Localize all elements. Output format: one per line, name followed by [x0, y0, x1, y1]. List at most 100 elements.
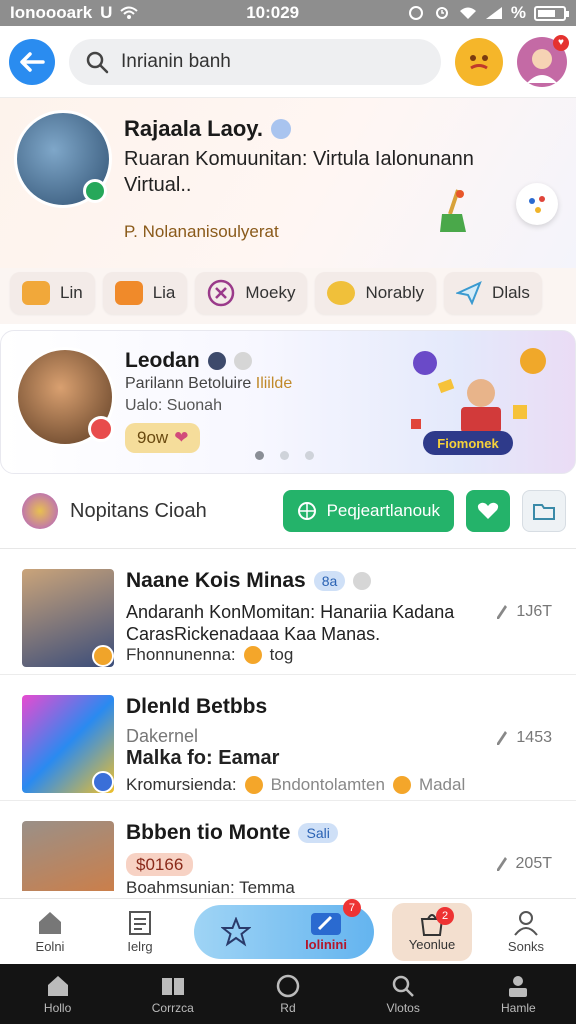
wifi-icon	[120, 6, 139, 19]
sysnav-label: Hollo	[43, 1001, 72, 1015]
cell-signal-icon	[485, 7, 502, 19]
sysnav-label: Vlotos	[386, 1001, 420, 1015]
item-meta: Boahmsunian: Temma	[126, 878, 295, 898]
sysnav-label: Rd	[280, 1001, 296, 1015]
chip-dlals[interactable]: Dlals	[444, 272, 542, 314]
battery-icon	[533, 5, 569, 21]
sysnav-book[interactable]: Corrzca	[133, 973, 213, 1015]
tab-diary[interactable]: Ielrg	[104, 909, 176, 954]
star-icon	[244, 776, 263, 794]
chip-label: Moeky	[245, 283, 296, 302]
chip-lia[interactable]: Lia	[102, 272, 188, 314]
section-title: Nopitans Cioah	[70, 499, 207, 522]
post-button[interactable]: Peqjeartlanouk	[282, 490, 454, 532]
chip-norably[interactable]: Norably	[315, 272, 437, 314]
tab-bag[interactable]: Yeonlue 2	[392, 902, 472, 961]
profile-avatar[interactable]	[14, 110, 112, 208]
tab-featured-badge: 7	[342, 899, 361, 917]
item-badge-icon	[92, 645, 114, 667]
system-nav-bar: Hollo Corrzca Rd Vlotos Hamle	[0, 964, 576, 1024]
item-stat-value: 205T	[515, 855, 552, 872]
community-list: Naane Kois Minas 8a Andaranh KonMomitan:…	[0, 548, 576, 891]
item-meta-label: Boahmsunian: Temma	[126, 878, 295, 897]
tab-label: Yeonlue	[408, 937, 456, 952]
app-tile-icon	[311, 913, 341, 935]
item-meta-value: tog	[269, 645, 294, 664]
user-avatar[interactable]: ♥	[517, 34, 569, 87]
verified-icon	[271, 119, 291, 139]
item-stat: 205T	[496, 855, 552, 873]
vibrate-icon	[408, 6, 423, 20]
sysnav-search[interactable]: Vlotos	[363, 973, 443, 1015]
sticker-button[interactable]	[516, 183, 558, 225]
cat-face-icon	[114, 281, 143, 305]
search-placeholder: Inrianin banh	[121, 50, 231, 72]
list-item[interactable]: Dlenld Betbbs Dakernel Malka fo: Eamar K…	[0, 675, 576, 801]
tab-profile[interactable]: Sonks	[490, 909, 562, 954]
item-subtitle-text: Dakernel	[126, 726, 199, 746]
chip-moeky[interactable]: Moeky	[195, 272, 308, 314]
edit-icon	[497, 731, 508, 745]
item-title: Naane Kois Minas 8a	[126, 569, 372, 593]
broom-icon	[440, 189, 466, 232]
carrier-label: Ionoooark	[10, 3, 93, 22]
clock: 10:029	[246, 3, 300, 22]
banner-avatar	[15, 347, 115, 447]
carousel-dot[interactable]	[255, 451, 264, 460]
book-icon	[161, 978, 184, 995]
carousel-dot[interactable]	[280, 451, 289, 460]
tab-featured-right: Iolinini 7	[305, 899, 361, 952]
featured-banner[interactable]: Leodan Parilann Betoluire Iliilde Ualo: …	[0, 330, 576, 474]
section-header: Nopitans Cioah Peqjeartlanouk	[0, 474, 576, 548]
sysnav-home[interactable]: Hollo	[18, 973, 98, 1015]
banner-title: Leodan	[125, 349, 252, 373]
carousel-dots[interactable]	[255, 451, 314, 460]
banner-action-button[interactable]: 9ow ❤	[125, 423, 201, 453]
carousel-dot[interactable]	[305, 451, 314, 460]
item-thumbnail	[22, 821, 114, 891]
battery-fill	[537, 9, 555, 17]
banner-action-label: 9ow	[137, 428, 169, 447]
emoji-reaction-button[interactable]	[455, 37, 503, 86]
item-stat-value: 1453	[516, 729, 552, 746]
tab-home[interactable]: Eolni	[14, 909, 86, 954]
item-subtitle: Dakernel	[126, 725, 476, 747]
star-icon	[392, 776, 411, 794]
celebration-illustration: Fiomonek	[411, 348, 546, 455]
top-bar: Inrianin banh ♥	[0, 26, 576, 98]
chip-label: Lia	[152, 283, 176, 302]
category-chips: Lin Lia Moeky Norably Dlals	[0, 268, 576, 324]
item-title-text: Dlenld Betbbs	[126, 695, 268, 718]
leaf-icon	[297, 502, 316, 520]
search-input[interactable]: Inrianin banh	[69, 38, 441, 85]
notification-badge: ♥	[553, 34, 569, 51]
tab-label: Sonks	[507, 939, 545, 954]
emoji-icon	[243, 646, 262, 664]
like-button[interactable]	[466, 490, 510, 532]
person-icon	[509, 976, 528, 997]
chip-label: Norably	[365, 283, 425, 302]
star-icon	[221, 916, 252, 946]
chip-lin[interactable]: Lin	[10, 272, 95, 314]
gift-icon	[22, 493, 58, 529]
folder-button[interactable]	[522, 490, 566, 532]
item-tag: Sali	[298, 823, 338, 843]
list-item[interactable]: Naane Kois Minas 8a Andaranh KonMomitan:…	[0, 549, 576, 675]
tab-bag-badge: 2	[436, 906, 454, 925]
folder-icon	[22, 281, 50, 305]
item-meta-label: Kromursienda:	[126, 775, 237, 794]
alarm-icon	[435, 7, 448, 19]
item-meta: Fhonnunenna: tog	[126, 645, 293, 665]
banner-line-1b: Betoluire	[188, 375, 256, 392]
profile-description: Ruaran Komuunitan: Virtula Ialonunann Vi…	[124, 148, 474, 196]
item-title-text: Bbben tio Monte	[126, 821, 291, 844]
sysnav-circle[interactable]: Rd	[248, 973, 328, 1015]
tab-featured-label: Iolinini	[305, 937, 347, 952]
tab-featured[interactable]: Iolinini 7	[194, 899, 374, 959]
back-button[interactable]	[9, 38, 55, 85]
item-stat-value: 1J6T	[516, 603, 552, 620]
sysnav-profile[interactable]: Hamle	[478, 973, 558, 1015]
wifi-signal-icon	[459, 7, 476, 19]
item-description: Malka fo: Eamar	[126, 747, 280, 769]
face-sticker-icon	[529, 196, 545, 213]
